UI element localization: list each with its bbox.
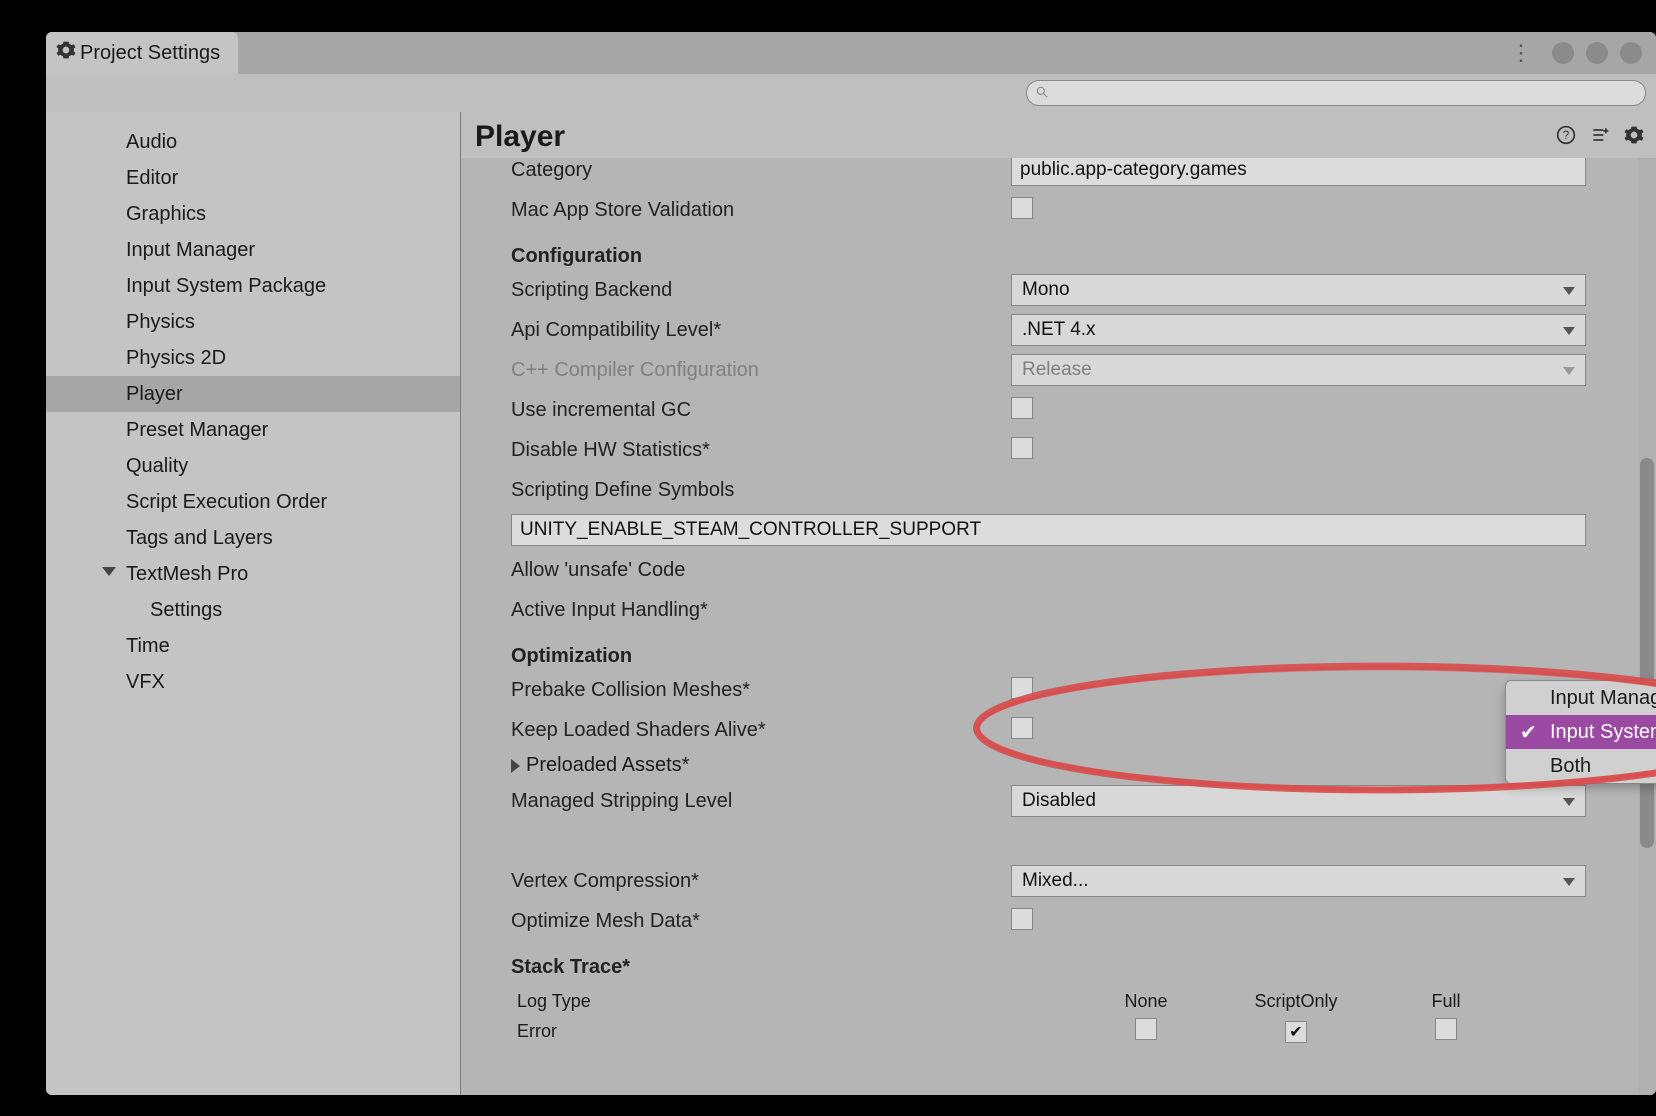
help-icon[interactable]: ? bbox=[1556, 125, 1576, 150]
window-button-3[interactable] bbox=[1620, 42, 1642, 64]
titlebar: Project Settings ⋮ bbox=[46, 32, 1656, 74]
category-input[interactable] bbox=[1011, 158, 1586, 186]
sidebar-item-quality[interactable]: Quality bbox=[46, 448, 460, 484]
popup-item-input-manager-old[interactable]: Input Manager (Old) bbox=[1506, 681, 1656, 715]
row-define-symbols-input bbox=[511, 510, 1586, 550]
settings-gear-icon[interactable] bbox=[1624, 125, 1644, 150]
section-optimization: Optimization bbox=[511, 630, 1586, 670]
content-pane: Player ? Category bbox=[461, 112, 1656, 1095]
vertical-scrollbar[interactable] bbox=[1638, 158, 1656, 1095]
section-configuration: Configuration bbox=[511, 230, 1586, 270]
trace-error-full-checkbox[interactable] bbox=[1435, 1018, 1457, 1040]
tab-label: Project Settings bbox=[80, 42, 220, 65]
sidebar-item-physics[interactable]: Physics bbox=[46, 304, 460, 340]
optimize-mesh-checkbox[interactable] bbox=[1011, 908, 1033, 930]
api-compat-dropdown[interactable]: .NET 4.x bbox=[1011, 314, 1586, 346]
row-define-symbols-label: Scripting Define Symbols bbox=[511, 470, 1586, 510]
sidebar-item-graphics[interactable]: Graphics bbox=[46, 196, 460, 232]
sidebar-item-textmesh-pro-settings[interactable]: Settings bbox=[46, 592, 460, 628]
search-row bbox=[46, 74, 1656, 112]
preloaded-assets-foldout[interactable]: Preloaded Assets* bbox=[511, 750, 1586, 781]
search-icon bbox=[1035, 83, 1049, 104]
managed-stripping-dropdown[interactable]: Disabled bbox=[1011, 785, 1586, 817]
preset-icon[interactable] bbox=[1590, 125, 1610, 150]
tab-project-settings[interactable]: Project Settings bbox=[46, 32, 238, 74]
row-disable-hw: Disable HW Statistics* bbox=[511, 430, 1586, 470]
player-form-scroll[interactable]: Category Mac App Store Validation Config… bbox=[461, 158, 1656, 1095]
sidebar-item-input-manager[interactable]: Input Manager bbox=[46, 232, 460, 268]
row-incremental-gc: Use incremental GC bbox=[511, 390, 1586, 430]
incremental-gc-checkbox[interactable] bbox=[1011, 397, 1033, 419]
gear-icon bbox=[56, 40, 76, 66]
scripting-backend-dropdown[interactable]: Mono bbox=[1011, 274, 1586, 306]
row-api-compat: Api Compatibility Level* .NET 4.x bbox=[511, 310, 1586, 350]
sidebar-item-editor[interactable]: Editor bbox=[46, 160, 460, 196]
row-prebake: Prebake Collision Meshes* bbox=[511, 670, 1586, 710]
svg-text:?: ? bbox=[1563, 129, 1570, 142]
row-category: Category bbox=[511, 158, 1586, 190]
search-input[interactable] bbox=[1026, 80, 1646, 106]
project-settings-window: Project Settings ⋮ Audio Editor Graphics… bbox=[46, 32, 1656, 1095]
row-mac-app-store: Mac App Store Validation bbox=[511, 190, 1586, 230]
trace-error-scriptonly-checkbox[interactable] bbox=[1285, 1021, 1307, 1043]
kebab-menu-icon[interactable]: ⋮ bbox=[1502, 40, 1540, 66]
popup-item-both[interactable]: Both bbox=[1506, 749, 1656, 783]
content-header: Player ? bbox=[461, 112, 1656, 154]
mac-app-store-checkbox[interactable] bbox=[1011, 197, 1033, 219]
row-scripting-backend: Scripting Backend Mono bbox=[511, 270, 1586, 310]
define-symbols-input[interactable] bbox=[511, 514, 1586, 546]
vertex-compression-dropdown[interactable]: Mixed... bbox=[1011, 865, 1586, 897]
sidebar-item-textmesh-pro[interactable]: TextMesh Pro bbox=[46, 556, 460, 592]
row-optimize-mesh: Optimize Mesh Data* bbox=[511, 901, 1586, 941]
active-input-handling-popup: Input Manager (Old) Input System Package… bbox=[1505, 680, 1656, 784]
stack-trace-header: Log Type None ScriptOnly Full bbox=[511, 981, 1586, 1012]
row-managed-stripping: Managed Stripping Level Disabled bbox=[511, 781, 1586, 821]
section-stack-trace: Stack Trace* bbox=[511, 941, 1586, 981]
stack-trace-row-error: Error bbox=[511, 1012, 1586, 1051]
page-title: Player bbox=[475, 120, 1556, 154]
disable-hw-checkbox[interactable] bbox=[1011, 437, 1033, 459]
sidebar-item-physics-2d[interactable]: Physics 2D bbox=[46, 340, 460, 376]
sidebar-item-input-system-package[interactable]: Input System Package bbox=[46, 268, 460, 304]
prebake-checkbox[interactable] bbox=[1011, 677, 1033, 699]
sidebar-item-player[interactable]: Player bbox=[46, 376, 460, 412]
row-active-input: Active Input Handling* bbox=[511, 590, 1586, 630]
popup-item-input-system-package-new[interactable]: Input System Package (New) bbox=[1506, 715, 1656, 749]
window-controls: ⋮ bbox=[1488, 32, 1656, 74]
sidebar-item-audio[interactable]: Audio bbox=[46, 124, 460, 160]
keep-loaded-checkbox[interactable] bbox=[1011, 717, 1033, 739]
sidebar-item-tags-and-layers[interactable]: Tags and Layers bbox=[46, 520, 460, 556]
row-allow-unsafe: Allow 'unsafe' Code bbox=[511, 550, 1586, 590]
sidebar: Audio Editor Graphics Input Manager Inpu… bbox=[46, 112, 461, 1095]
row-cpp-compiler: C++ Compiler Configuration Release bbox=[511, 350, 1586, 390]
row-vertex-compression: Vertex Compression* Mixed... bbox=[511, 861, 1586, 901]
trace-error-none-checkbox[interactable] bbox=[1135, 1018, 1157, 1040]
sidebar-item-script-execution-order[interactable]: Script Execution Order bbox=[46, 484, 460, 520]
sidebar-item-time[interactable]: Time bbox=[46, 628, 460, 664]
row-keep-loaded: Keep Loaded Shaders Alive* bbox=[511, 710, 1586, 750]
window-button-1[interactable] bbox=[1552, 42, 1574, 64]
sidebar-item-preset-manager[interactable]: Preset Manager bbox=[46, 412, 460, 448]
sidebar-item-vfx[interactable]: VFX bbox=[46, 664, 460, 700]
main-split: Audio Editor Graphics Input Manager Inpu… bbox=[46, 112, 1656, 1095]
cpp-compiler-dropdown: Release bbox=[1011, 354, 1586, 386]
scrollbar-thumb[interactable] bbox=[1640, 458, 1654, 848]
window-button-2[interactable] bbox=[1586, 42, 1608, 64]
